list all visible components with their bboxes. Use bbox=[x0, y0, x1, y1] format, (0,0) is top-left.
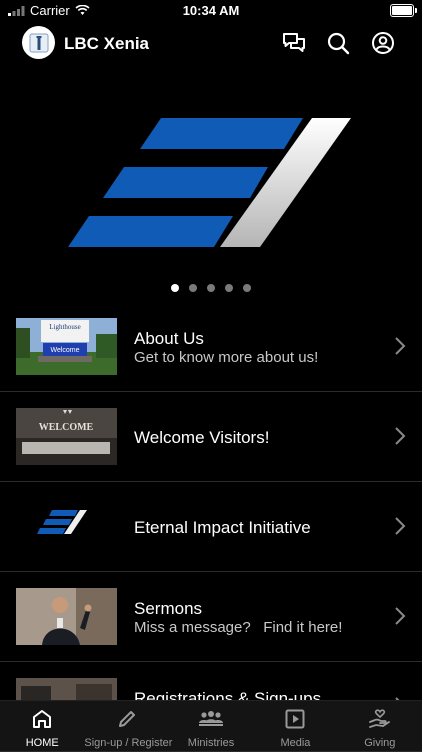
chevron-right-icon bbox=[395, 337, 406, 355]
chevron-right-icon bbox=[395, 607, 406, 625]
status-time: 10:34 AM bbox=[182, 3, 240, 18]
tab-home[interactable]: HOME bbox=[0, 701, 84, 751]
about-us-thumbnail: Lighthouse Welcome bbox=[16, 318, 117, 375]
list-item-title: Eternal Impact Initiative bbox=[134, 518, 311, 537]
app-header: LBC Xenia bbox=[0, 22, 422, 66]
tab-label: Media bbox=[280, 737, 311, 749]
tab-media[interactable]: Media bbox=[253, 701, 337, 751]
app-logo[interactable] bbox=[22, 26, 55, 59]
search-button[interactable] bbox=[325, 30, 351, 56]
chat-button[interactable] bbox=[281, 30, 307, 56]
list-item-title: Sermons bbox=[134, 599, 203, 618]
status-bar: Carrier 10:34 AM bbox=[0, 0, 422, 22]
eternal-impact-thumbnail bbox=[16, 498, 117, 555]
giving-icon bbox=[368, 709, 390, 728]
search-icon bbox=[327, 32, 350, 55]
tab-giving[interactable]: Giving bbox=[338, 701, 422, 751]
account-icon bbox=[372, 32, 394, 54]
home-list: Lighthouse Welcome About Us Get to know … bbox=[0, 302, 422, 752]
chevron-right-icon bbox=[395, 517, 406, 535]
carousel-dot[interactable] bbox=[207, 284, 215, 292]
sign-text-top: Lighthouse bbox=[49, 323, 81, 331]
group-icon bbox=[199, 711, 224, 726]
tab-label: Sign-up / Register bbox=[84, 737, 173, 749]
eternal-impact-logo bbox=[68, 118, 351, 247]
tab-label: Giving bbox=[364, 737, 396, 749]
carousel-dot-active[interactable] bbox=[171, 284, 179, 292]
carousel-page-indicator[interactable] bbox=[0, 284, 422, 292]
app-title: LBC Xenia bbox=[64, 34, 150, 53]
carousel-dot[interactable] bbox=[189, 284, 197, 292]
list-item-subtitle: Get to know more about us! bbox=[134, 349, 319, 366]
pencil-icon bbox=[118, 711, 135, 727]
play-icon bbox=[285, 709, 305, 729]
lighthouse-logo-icon bbox=[29, 33, 48, 52]
carousel-dot[interactable] bbox=[243, 284, 251, 292]
sermons-thumbnail bbox=[16, 588, 117, 645]
hero-carousel[interactable] bbox=[0, 110, 422, 250]
account-button[interactable] bbox=[370, 30, 396, 56]
battery-icon bbox=[390, 4, 417, 17]
tab-signup[interactable]: Sign-up / Register bbox=[84, 701, 173, 751]
chevron-right-icon bbox=[395, 427, 406, 445]
list-item-sermons[interactable]: Sermons Miss a message? Find it here! bbox=[0, 572, 422, 662]
tab-label: HOME bbox=[25, 737, 59, 749]
tab-bar: HOME Sign-up / Register Ministries Media… bbox=[0, 700, 422, 751]
tab-ministries[interactable]: Ministries bbox=[169, 701, 253, 751]
carousel-dot[interactable] bbox=[225, 284, 233, 292]
list-item-subtitle: Miss a message? Find it here! bbox=[134, 619, 343, 636]
list-item-title: About Us bbox=[134, 329, 204, 348]
sign-text-bottom: Welcome bbox=[50, 347, 79, 354]
list-item-about-us[interactable]: Lighthouse Welcome About Us Get to know … bbox=[0, 302, 422, 392]
welcome-visitors-thumbnail: WELCOME bbox=[16, 408, 117, 465]
home-icon bbox=[33, 710, 52, 728]
list-item-welcome-visitors[interactable]: WELCOME Welcome Visitors! bbox=[0, 392, 422, 482]
tab-label: Ministries bbox=[187, 737, 235, 749]
list-item-eternal-impact[interactable]: Eternal Impact Initiative bbox=[0, 482, 422, 572]
chat-icon bbox=[283, 33, 305, 52]
lobby-wall-text: WELCOME bbox=[39, 422, 94, 433]
list-item-title: Welcome Visitors! bbox=[134, 428, 270, 447]
